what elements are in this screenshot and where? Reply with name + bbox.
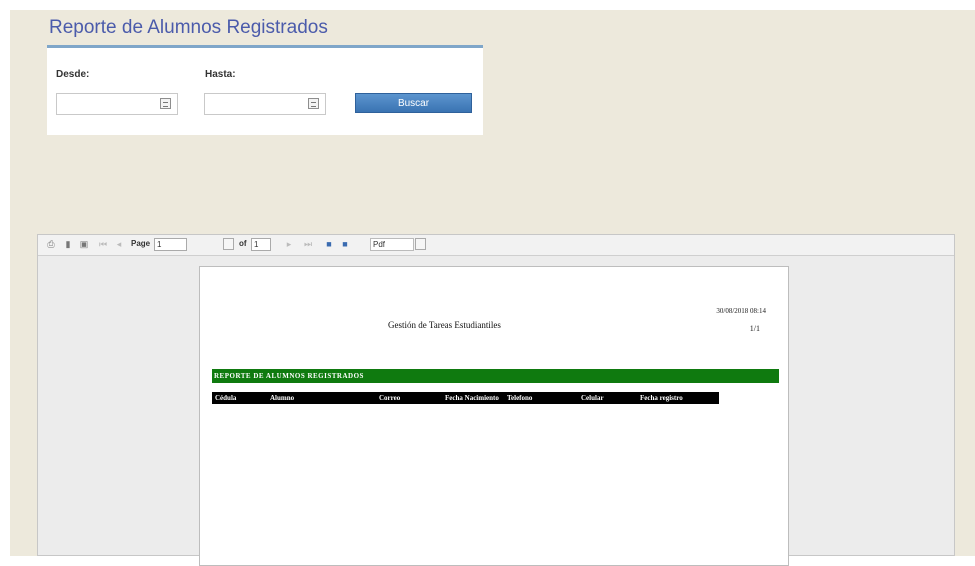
format-select[interactable]: Pdf (370, 238, 414, 251)
page-label: Page (131, 239, 151, 248)
total-pages: 1 (251, 238, 271, 251)
column-header: Cédula (215, 394, 237, 402)
hasta-label: Hasta: (205, 69, 236, 80)
report-banner: REPORTE DE ALUMNOS REGISTRADOS (212, 369, 779, 383)
search-button[interactable]: Buscar (355, 93, 472, 113)
format-dropdown-icon[interactable] (415, 238, 426, 250)
page-number-input[interactable]: 1 (154, 238, 187, 251)
print-setup-icon[interactable]: ▣ (79, 239, 89, 249)
column-header: Correo (379, 394, 401, 402)
report-datetime: 30/08/2018 08:14 (716, 307, 766, 315)
page-title: Reporte de Alumnos Registrados (49, 17, 328, 38)
desde-label: Desde: (56, 69, 90, 80)
report-table-header: Cédula Alumno Correo Fecha Nacimiento Te… (212, 392, 719, 404)
save-icon[interactable]: ■ (324, 239, 334, 249)
column-header: Fecha Nacimiento (445, 394, 499, 402)
of-label: of (239, 239, 247, 248)
column-header: Telefono (507, 394, 533, 402)
viewer-toolbar: ⎙ ▮ ▣ ⏮ ◂ Page 1 of 1 ▸ ⏭ ■ ■ Pdf (38, 235, 954, 256)
last-page-icon[interactable]: ⏭ (303, 239, 313, 249)
report-viewer: ⎙ ▮ ▣ ⏮ ◂ Page 1 of 1 ▸ ⏭ ■ ■ Pdf 30/08/… (37, 234, 955, 566)
hasta-date-field[interactable] (204, 93, 326, 115)
goto-page-button[interactable] (223, 238, 234, 250)
hasta-input[interactable] (205, 94, 309, 115)
calendar-icon[interactable] (160, 98, 171, 109)
first-page-icon[interactable]: ⏮ (98, 239, 108, 249)
column-header: Alumno (270, 394, 295, 402)
column-header: Celular (581, 394, 604, 402)
report-page: 30/08/2018 08:14 1/1 Gestión de Tareas E… (199, 266, 789, 566)
column-header: Fecha registro (640, 394, 683, 402)
next-page-icon[interactable]: ▸ (284, 239, 294, 249)
calendar-icon[interactable] (308, 98, 319, 109)
print-icon[interactable]: ⎙ (46, 239, 56, 249)
desde-input[interactable] (57, 94, 161, 115)
prev-page-icon[interactable]: ◂ (114, 239, 124, 249)
save-as-icon[interactable]: ■ (340, 239, 350, 249)
export-icon[interactable]: ▮ (63, 239, 73, 249)
desde-date-field[interactable] (56, 93, 178, 115)
filter-panel: Desde: Hasta: (47, 48, 483, 135)
report-page-count: 1/1 (749, 324, 760, 333)
report-title: Gestión de Tareas Estudiantiles (388, 320, 501, 330)
